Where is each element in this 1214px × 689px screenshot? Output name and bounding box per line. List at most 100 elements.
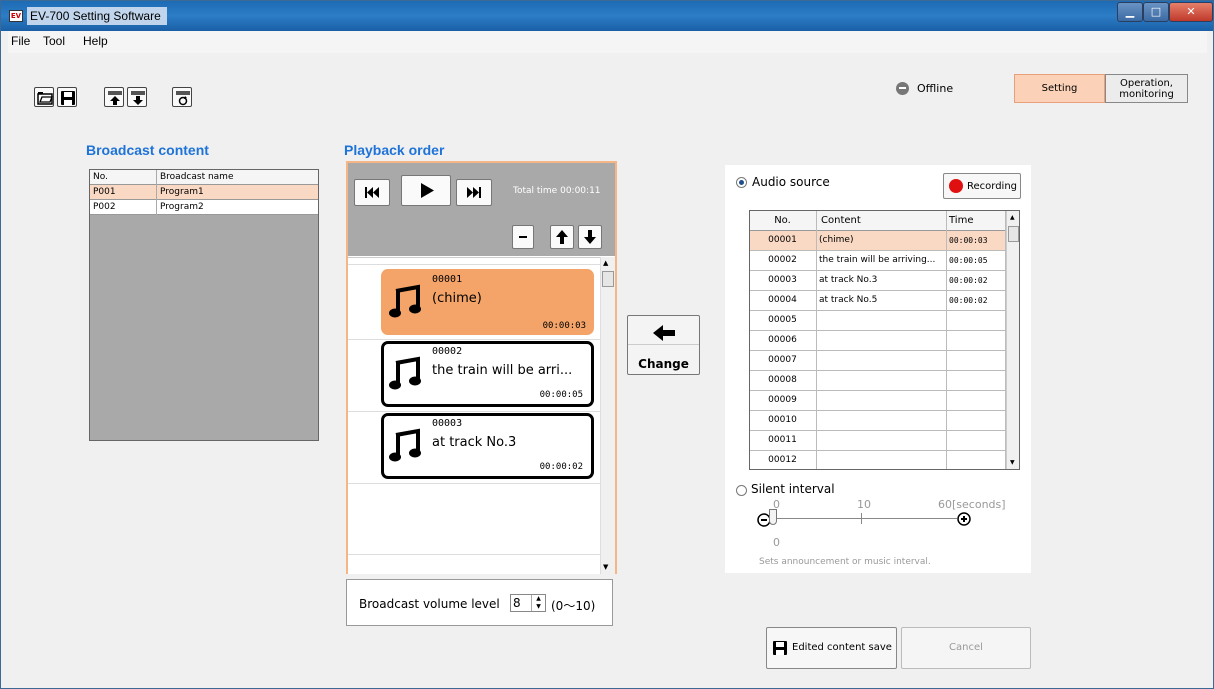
- scroll-down-icon[interactable]: ▼: [1010, 459, 1015, 466]
- playback-item[interactable]: 00002 the train will be arri... 00:00:05: [381, 341, 594, 407]
- music-note-icon: [389, 428, 421, 462]
- play-button[interactable]: [401, 175, 451, 206]
- operation-monitoring-button[interactable]: Operation, monitoring: [1105, 74, 1188, 103]
- scroll-up-icon[interactable]: ▲: [1010, 214, 1015, 221]
- row-no: 00002: [768, 255, 797, 265]
- menu-file[interactable]: File: [11, 34, 30, 48]
- next-button[interactable]: [456, 179, 492, 206]
- playback-item-list[interactable]: 00001 (chime) 00:00:03 00002 the train w…: [348, 257, 600, 574]
- move-down-button[interactable]: [578, 225, 602, 249]
- status-label: Offline: [917, 82, 954, 95]
- table-row[interactable]: 00009: [750, 391, 1006, 411]
- table-row[interactable]: 00001 (chime) 00:00:03: [750, 231, 1006, 251]
- table-row[interactable]: 00011: [750, 431, 1006, 451]
- playback-scrollbar[interactable]: ▲ ▼: [600, 257, 615, 574]
- audio-source-scrollbar[interactable]: ▲ ▼: [1006, 211, 1019, 469]
- minimize-button[interactable]: ▁: [1117, 2, 1143, 22]
- audio-source-label: Audio source: [752, 175, 830, 189]
- row-name: Program1: [160, 187, 204, 197]
- item-time: 00:00:03: [542, 321, 586, 331]
- change-button[interactable]: Change: [627, 315, 700, 375]
- row-no: P002: [93, 202, 116, 212]
- row-no: 00008: [768, 375, 797, 385]
- recording-button[interactable]: Recording: [943, 173, 1021, 199]
- row-no: 00006: [768, 335, 797, 345]
- silent-interval-radio[interactable]: [736, 485, 747, 496]
- move-up-button[interactable]: [550, 225, 574, 249]
- slider-thumb[interactable]: [769, 509, 777, 525]
- scroll-up-icon[interactable]: ▲: [603, 259, 608, 267]
- maximize-button[interactable]: □: [1143, 2, 1169, 22]
- download-button[interactable]: [127, 87, 147, 107]
- playback-item[interactable]: 00003 at track No.3 00:00:02: [381, 413, 594, 479]
- upload-icon: [108, 91, 122, 105]
- open-folder-button[interactable]: [34, 87, 54, 107]
- slider-value: 0: [773, 536, 780, 549]
- row-content: at track No.5: [819, 295, 878, 305]
- volume-stepper[interactable]: 8 ▲ ▼: [510, 594, 546, 612]
- silent-interval-label: Silent interval: [751, 482, 835, 496]
- col-header-no: No.: [93, 172, 108, 182]
- setting-mode-button[interactable]: Setting: [1014, 74, 1105, 103]
- remove-item-button[interactable]: [512, 225, 534, 249]
- item-time: 00:00:05: [539, 390, 583, 400]
- stepper-arrows-icon[interactable]: ▲ ▼: [531, 595, 545, 611]
- offline-status-icon: [896, 82, 909, 95]
- refresh-icon: [176, 91, 190, 106]
- silent-interval-hint: Sets announcement or music interval.: [759, 557, 931, 567]
- playback-item[interactable]: 00001 (chime) 00:00:03: [381, 269, 594, 335]
- table-row[interactable]: P001 Program1: [90, 185, 318, 200]
- table-row[interactable]: P002 Program2: [90, 200, 318, 215]
- refresh-button[interactable]: [172, 87, 192, 107]
- save-file-button[interactable]: [57, 87, 77, 107]
- table-row[interactable]: 00012: [750, 451, 1006, 469]
- col-header-content: Content: [821, 215, 861, 226]
- music-note-icon: [389, 284, 421, 318]
- volume-panel: Broadcast volume level 8 ▲ ▼ (0〜10): [346, 579, 613, 626]
- close-button[interactable]: ✕: [1169, 2, 1213, 22]
- scroll-down-icon[interactable]: ▼: [603, 563, 608, 571]
- row-no: 00004: [768, 295, 797, 305]
- table-row[interactable]: 00002 the train will be arriving... 00:00:…: [750, 251, 1006, 271]
- cancel-button[interactable]: Cancel: [901, 627, 1031, 669]
- table-row[interactable]: 00008: [750, 371, 1006, 391]
- item-number: 00001: [432, 274, 463, 285]
- download-icon: [131, 91, 145, 105]
- edited-content-save-button[interactable]: Edited content save: [766, 627, 897, 669]
- play-icon: [421, 183, 434, 198]
- scroll-thumb[interactable]: [1008, 226, 1019, 242]
- audio-source-radio[interactable]: [736, 177, 747, 188]
- menu-bar: File Tool Help: [8, 31, 1207, 53]
- table-row[interactable]: 00006: [750, 331, 1006, 351]
- row-no: 00003: [768, 275, 797, 285]
- slider-track[interactable]: [771, 518, 957, 519]
- col-header-time: Time: [949, 215, 974, 226]
- row-no: 00012: [768, 455, 797, 465]
- increase-button[interactable]: [957, 512, 972, 527]
- table-row[interactable]: 00004 at track No.5 00:00:02: [750, 291, 1006, 311]
- row-time: 00:00:03: [949, 236, 988, 245]
- total-time: Total time 00:00:11: [513, 186, 601, 196]
- tick-max: 60[seconds]: [938, 498, 1006, 511]
- arrow-up-icon: [556, 230, 568, 244]
- table-row[interactable]: 00010: [750, 411, 1006, 431]
- row-no: 00010: [768, 415, 797, 425]
- save-disk-icon: [773, 641, 787, 655]
- menu-tool[interactable]: Tool: [43, 34, 65, 48]
- menu-help[interactable]: Help: [83, 34, 108, 48]
- volume-label: Broadcast volume level: [359, 597, 500, 611]
- skip-next-icon: [467, 187, 481, 198]
- app-window: EV EV-700 Setting Software ▁ □ ✕ File To…: [0, 0, 1214, 689]
- table-row[interactable]: 00007: [750, 351, 1006, 371]
- row-no: 00007: [768, 355, 797, 365]
- music-note-icon: [389, 356, 421, 390]
- title-bar: EV EV-700 Setting Software ▁ □ ✕: [1, 1, 1213, 31]
- previous-button[interactable]: [354, 179, 390, 206]
- scroll-thumb[interactable]: [602, 271, 614, 287]
- upload-button[interactable]: [104, 87, 124, 107]
- save-disk-icon: [61, 91, 75, 105]
- audio-source-table[interactable]: No. Content Time 00001 (chime) 00:00:03 000…: [749, 210, 1020, 470]
- table-row[interactable]: 00003 at track No.3 00:00:02: [750, 271, 1006, 291]
- table-row[interactable]: 00005: [750, 311, 1006, 331]
- table-header: No. Content Time: [750, 211, 1006, 231]
